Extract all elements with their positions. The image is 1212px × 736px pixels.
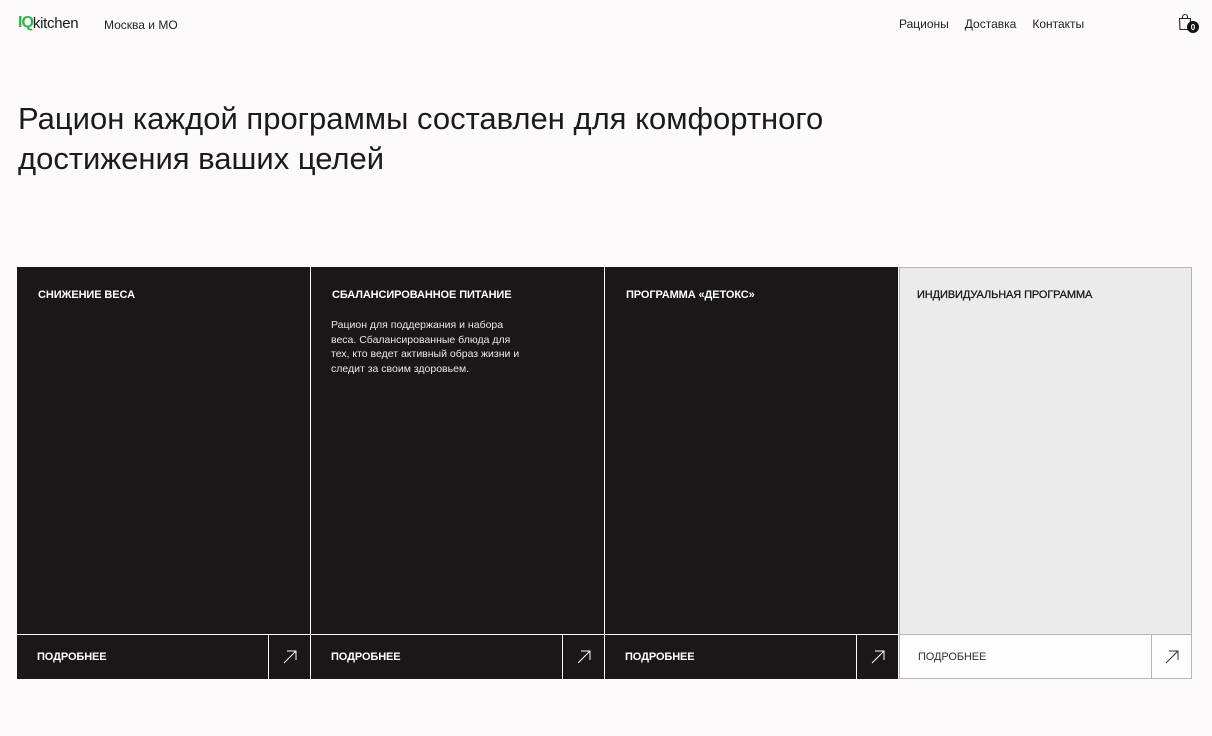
open-arrow-button[interactable] xyxy=(1151,635,1191,678)
open-arrow-button[interactable] xyxy=(856,635,898,679)
card-title: ИНДИВИДУАЛЬНАЯ ПРОГРАММА xyxy=(917,289,1093,301)
arrow-up-right-icon xyxy=(871,650,884,664)
region-selector[interactable]: Москва и МО xyxy=(104,18,178,32)
cart-button[interactable]: 0 xyxy=(1178,13,1200,35)
program-card-detox[interactable]: ПРОГРАММА «ДЕТОКС» ПОДРОБНЕЕ xyxy=(605,267,899,679)
logo[interactable]: IQ kitchen xyxy=(18,12,79,34)
site-header: IQ kitchen Москва и МО Рационы Доставка К… xyxy=(0,0,1212,50)
page-title: Рацион каждой программы составлен для ко… xyxy=(18,101,824,176)
program-card-individual[interactable]: ИНДИВИДУАЛЬНАЯ ПРОГРАММА ПОДРОБНЕЕ xyxy=(899,267,1192,679)
nav-link-rations[interactable]: Рационы xyxy=(899,17,949,31)
program-card-weight-loss[interactable]: СНИЖЕНИЕ ВЕСА ПОДРОБНЕЕ xyxy=(17,267,311,679)
more-button[interactable]: ПОДРОБНЕЕ xyxy=(311,635,562,679)
main-nav: Рационы Доставка Контакты xyxy=(899,17,1084,31)
arrow-up-right-icon xyxy=(577,650,590,664)
programs-grid: СНИЖЕНИЕ ВЕСА ПОДРОБНЕЕ СБАЛАНСИРОВАННОЕ… xyxy=(17,267,1194,679)
card-footer: ПОДРОБНЕЕ xyxy=(17,634,310,679)
cart-count-badge: 0 xyxy=(1187,21,1199,33)
card-description: Рацион для поддержания и набора веса. Сб… xyxy=(331,319,520,375)
card-title: СБАЛАНСИРОВАННОЕ ПИТАНИЕ xyxy=(332,289,512,301)
open-arrow-button[interactable] xyxy=(562,635,604,679)
logo-text: kitchen xyxy=(32,14,79,32)
nav-link-delivery[interactable]: Доставка xyxy=(965,17,1017,31)
card-footer: ПОДРОБНЕЕ xyxy=(605,634,898,679)
card-title: СНИЖЕНИЕ ВЕСА xyxy=(38,289,135,301)
card-footer: ПОДРОБНЕЕ xyxy=(900,634,1191,678)
card-title: ПРОГРАММА «ДЕТОКС» xyxy=(626,289,755,301)
logo-mark: IQ xyxy=(18,14,34,31)
more-button[interactable]: ПОДРОБНЕЕ xyxy=(605,635,856,679)
open-arrow-button[interactable] xyxy=(268,635,310,679)
card-footer: ПОДРОБНЕЕ xyxy=(311,634,604,679)
arrow-up-right-icon xyxy=(1165,650,1178,663)
more-button[interactable]: ПОДРОБНЕЕ xyxy=(17,635,268,679)
nav-link-contacts[interactable]: Контакты xyxy=(1032,17,1084,31)
arrow-up-right-icon xyxy=(283,650,296,664)
program-card-balanced[interactable]: СБАЛАНСИРОВАННОЕ ПИТАНИЕ Рацион для подд… xyxy=(311,267,605,679)
more-button[interactable]: ПОДРОБНЕЕ xyxy=(900,635,1151,678)
